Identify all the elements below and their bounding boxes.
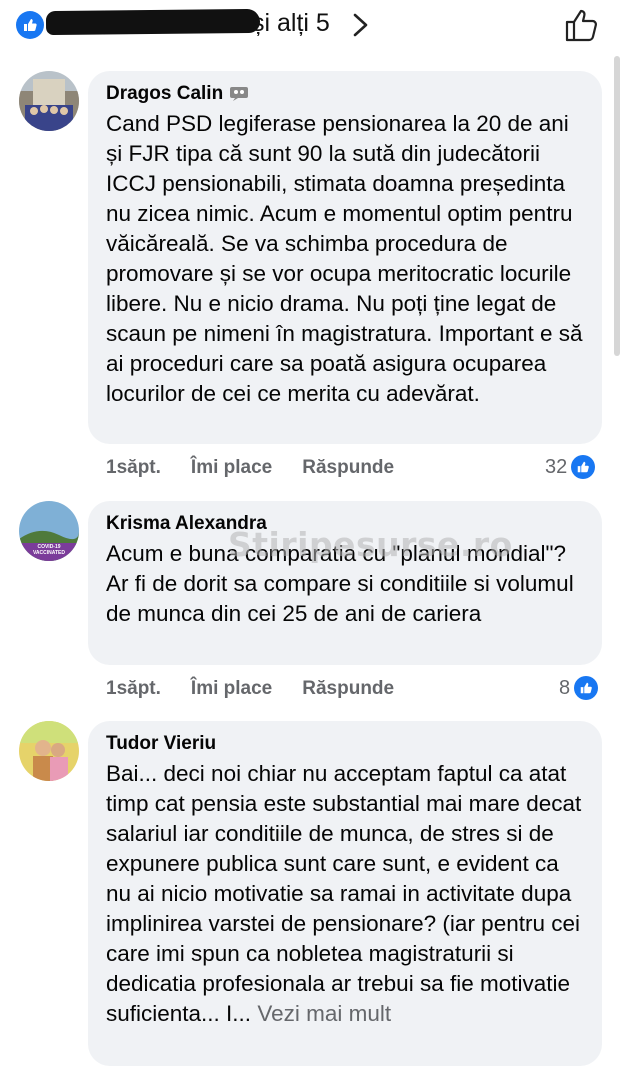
like-outline-icon[interactable]: [562, 6, 600, 44]
like-button[interactable]: Îmi place: [191, 457, 272, 479]
like-count-value: 32: [545, 455, 568, 478]
like-count[interactable]: 8: [559, 676, 599, 700]
avatar-image: [19, 71, 79, 131]
avatar-image: [19, 721, 79, 781]
see-more-link[interactable]: Vezi mai mult: [257, 1001, 391, 1026]
like-reaction-icon: [574, 676, 599, 700]
avatar[interactable]: [19, 721, 79, 781]
like-reaction-icon: [571, 455, 596, 479]
comment-actions: 1săpt. Îmi place Răspunde: [106, 678, 424, 700]
like-count[interactable]: 32: [545, 455, 596, 479]
avatar[interactable]: COVID-19 VACCINATED: [19, 501, 79, 561]
comment-time[interactable]: 1săpt.: [106, 457, 161, 479]
chevron-right-icon[interactable]: [350, 12, 372, 38]
like-reaction-icon: [16, 11, 44, 39]
comment-text: Cand PSD legiferase pensionarea la 20 de…: [106, 111, 583, 406]
avatar[interactable]: [19, 71, 79, 131]
scrollbar[interactable]: [614, 56, 620, 356]
comment-bubble: Dragos Calin Cand PSD legiferase pension…: [88, 71, 602, 444]
watermark: Stiripesurse.ro: [228, 525, 513, 564]
comment-time[interactable]: 1săpt.: [106, 678, 161, 700]
reply-button[interactable]: Răspunde: [302, 457, 394, 479]
like-button[interactable]: Îmi place: [191, 678, 272, 700]
reply-button[interactable]: Răspunde: [302, 678, 394, 700]
comment-bubble: Tudor Vieriu Bai... deci noi chiar nu ac…: [88, 721, 602, 1066]
like-count-value: 8: [559, 676, 571, 699]
badge-icon: [230, 87, 249, 101]
avatar-frame-text: COVID-19 VACCINATED: [32, 544, 66, 556]
reactions-bar[interactable]: și alți 5: [0, 0, 620, 52]
comment-text: Bai... deci noi chiar nu acceptam faptul…: [106, 761, 582, 1026]
reactors-text: și alți 5: [252, 9, 330, 37]
comment-actions: 1săpt. Îmi place Răspunde: [106, 457, 424, 479]
redacted-names: [45, 8, 261, 36]
comment-author[interactable]: Tudor Vieriu: [106, 733, 216, 755]
comment-author[interactable]: Dragos Calin: [106, 83, 223, 105]
